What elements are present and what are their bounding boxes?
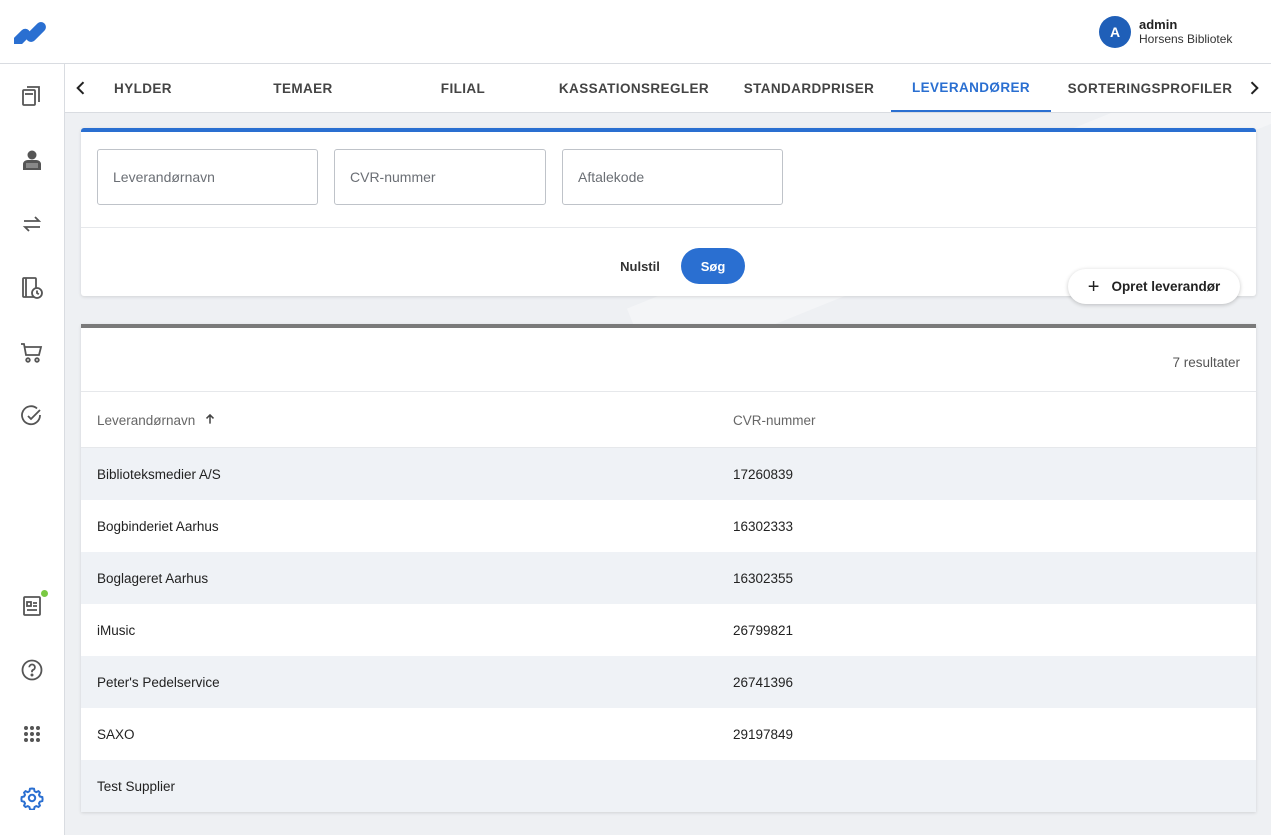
cvr-number-input[interactable] bbox=[335, 150, 545, 204]
top-bar: A admin Horsens Bibliotek bbox=[0, 0, 1271, 64]
cell-supplier-name: Biblioteksmedier A/S bbox=[97, 466, 221, 482]
avatar[interactable]: A bbox=[1099, 16, 1131, 48]
table-row[interactable]: Boglageret Aarhus 16302355 bbox=[81, 552, 1256, 604]
cvr-number-field[interactable] bbox=[334, 149, 546, 205]
transfer-arrows-icon[interactable] bbox=[20, 212, 44, 236]
notification-dot bbox=[41, 590, 48, 597]
tab-leverandorer[interactable]: LEVERANDØRER bbox=[891, 64, 1051, 112]
table-row[interactable]: Bogbinderiet Aarhus 16302333 bbox=[81, 500, 1256, 552]
arrow-up-icon bbox=[203, 412, 217, 429]
search-button[interactable]: Søg bbox=[681, 248, 745, 284]
tab-kassationsregler[interactable]: KASSATIONSREGLER bbox=[553, 64, 715, 112]
table-row[interactable]: Peter's Pedelservice 26741396 bbox=[81, 656, 1256, 708]
tab-filial[interactable]: FILIAL bbox=[383, 64, 543, 112]
cell-cvr-number: 29197849 bbox=[733, 726, 794, 742]
create-supplier-button[interactable]: + Opret leverandør bbox=[1068, 269, 1240, 304]
table-header: Leverandørnavn CVR-nummer bbox=[81, 391, 1256, 448]
tab-sorteringsprofiler[interactable]: SORTERINGSPROFILER bbox=[1065, 64, 1235, 112]
apps-grid-icon[interactable] bbox=[20, 722, 44, 746]
plus-icon: + bbox=[1087, 275, 1100, 298]
divider bbox=[81, 227, 1256, 228]
cell-cvr-number: 16302355 bbox=[733, 570, 794, 586]
cell-cvr-number: 17260839 bbox=[733, 466, 794, 482]
chevron-right-icon bbox=[1250, 81, 1259, 95]
cart-icon[interactable] bbox=[20, 340, 44, 364]
user-name: admin bbox=[1139, 17, 1178, 32]
help-icon[interactable] bbox=[20, 658, 44, 682]
tab-temaer[interactable]: TEMAER bbox=[223, 64, 383, 112]
report-icon[interactable] bbox=[20, 594, 44, 618]
agreement-code-field[interactable] bbox=[562, 149, 783, 205]
user-profile[interactable]: A admin Horsens Bibliotek bbox=[1099, 16, 1232, 48]
cell-supplier-name: iMusic bbox=[97, 622, 136, 638]
table-body: Biblioteksmedier A/S 17260839 Bogbinderi… bbox=[81, 448, 1256, 812]
cell-supplier-name: SAXO bbox=[97, 726, 135, 742]
tab-bar: HYLDER TEMAER FILIAL KASSATIONSREGLER ST… bbox=[65, 64, 1271, 113]
tab-scroll-left-button[interactable] bbox=[65, 64, 97, 112]
check-circle-icon[interactable] bbox=[20, 404, 44, 428]
cell-cvr-number: 16302333 bbox=[733, 518, 794, 534]
cell-supplier-name: Test Supplier bbox=[97, 778, 176, 794]
tab-scroll-right-button[interactable] bbox=[1237, 64, 1271, 112]
results-panel: 7 resultater Leverandørnavn CVR-nummer B… bbox=[81, 324, 1256, 812]
chevron-left-icon bbox=[76, 81, 85, 95]
app-logo-icon[interactable] bbox=[11, 20, 54, 48]
column-header-supplier-name[interactable]: Leverandørnavn bbox=[97, 392, 217, 448]
reader-icon[interactable] bbox=[20, 148, 44, 172]
result-count: 7 resultater bbox=[1172, 355, 1240, 370]
agreement-code-input[interactable] bbox=[563, 150, 782, 204]
cell-cvr-number: 26741396 bbox=[733, 674, 794, 690]
settings-gear-icon[interactable] bbox=[20, 786, 44, 810]
user-organization: Horsens Bibliotek bbox=[1139, 32, 1233, 46]
column-header-cvr-number[interactable]: CVR-nummer bbox=[733, 392, 816, 448]
cell-cvr-number: 26799821 bbox=[733, 622, 794, 638]
reset-button[interactable]: Nulstil bbox=[605, 248, 675, 284]
table-row[interactable]: Test Supplier bbox=[81, 760, 1256, 812]
table-row[interactable]: iMusic 26799821 bbox=[81, 604, 1256, 656]
supplier-name-input[interactable] bbox=[98, 150, 317, 204]
supplier-name-field[interactable] bbox=[97, 149, 318, 205]
books-icon[interactable] bbox=[20, 84, 44, 108]
cell-supplier-name: Bogbinderiet Aarhus bbox=[97, 518, 219, 534]
sidebar bbox=[0, 64, 65, 835]
tab-hylder[interactable]: HYLDER bbox=[97, 64, 189, 112]
cell-supplier-name: Boglageret Aarhus bbox=[97, 570, 209, 586]
book-clock-icon[interactable] bbox=[20, 276, 44, 300]
column-header-label: Leverandørnavn bbox=[97, 412, 196, 428]
cell-supplier-name: Peter's Pedelservice bbox=[97, 674, 220, 690]
table-row[interactable]: SAXO 29197849 bbox=[81, 708, 1256, 760]
create-supplier-label: Opret leverandør bbox=[1111, 279, 1221, 294]
tab-standardpriser[interactable]: STANDARDPRISER bbox=[729, 64, 889, 112]
table-row[interactable]: Biblioteksmedier A/S 17260839 bbox=[81, 448, 1256, 500]
